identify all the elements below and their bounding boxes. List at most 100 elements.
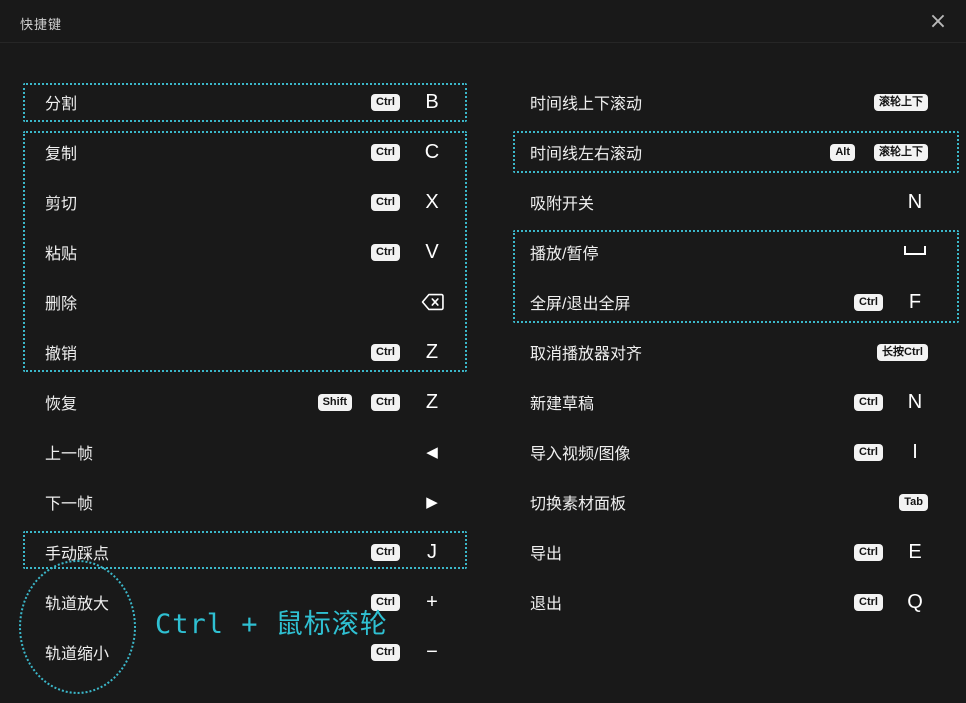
key-letter: E [902,541,928,563]
shortcut-row: 导入视频/图像 CtrlI [530,437,928,467]
shortcut-keys: Ctrl C [371,141,445,163]
shortcut-label: 手动踩点 [45,540,109,564]
key-badge: Ctrl [371,394,400,411]
shortcut-row: 撤销 CtrlZ [45,337,445,367]
shortcut-label: 切换素材面板 [530,490,626,514]
key-badge: Ctrl [371,144,400,161]
key-badge: Ctrl [854,294,883,311]
dialog-title: 快捷键 [20,14,62,33]
backspace-icon [419,293,445,311]
key-badge: Tab [899,494,928,511]
shortcut-row: 轨道缩小 Ctrl − [45,637,445,667]
shortcut-label: 复制 [45,140,77,164]
key-letter: Z [419,391,445,413]
shortcut-row: 切换素材面板 Tab [530,487,928,517]
shortcut-keys: Ctrl B [371,91,445,113]
shortcut-label: 下一帧 [45,490,93,514]
key-letter: − [419,641,445,663]
shortcut-label: 取消播放器对齐 [530,340,642,364]
shortcut-keys: N [902,191,928,213]
key-letter: I [902,441,928,463]
shortcut-label: 全屏/退出全屏 [530,290,630,314]
key-letter: Q [902,591,928,613]
shortcut-keys: Ctrl E [854,541,928,563]
key-badge: Ctrl [854,594,883,611]
key-letter: B [419,91,445,113]
shortcut-label: 轨道放大 [45,590,109,614]
shortcut-row: 退出 Ctrl Q [530,587,928,617]
shortcut-row: 恢复ShiftCtrlZ [45,387,445,417]
shortcut-row: 时间线上下滚动 滚轮上下 [530,87,928,117]
next-frame-icon: ▶ [419,491,445,513]
shortcut-keys: 长按Ctrl [877,344,928,361]
shortcut-keys: 滚轮上下 [874,94,928,111]
shortcut-row: 吸附开关 N [530,187,928,217]
shortcut-row: 分割 Ctrl B [45,87,445,117]
key-letter: V [419,241,445,263]
key-badge: Ctrl [371,644,400,661]
shortcut-column-right: 时间线上下滚动滚轮上下时间线左右滚动Alt滚轮上下吸附开关N播放/暂停全屏/退出… [514,87,958,637]
key-badge: Shift [318,394,352,411]
shortcut-keys: ▶ [419,491,445,513]
shortcut-keys [419,293,445,311]
shortcut-label: 剪切 [45,190,77,214]
shortcut-keys: Ctrl V [371,241,445,263]
shortcut-row: 粘贴 Ctrl V [45,237,445,267]
shortcut-label: 退出 [530,590,562,614]
key-badge: 滚轮上下 [874,94,928,111]
key-badge: Ctrl [371,94,400,111]
shortcut-keys: Tab [899,494,928,511]
shortcut-keys: Ctrl N [854,391,928,413]
key-letter: + [419,591,445,613]
shortcut-keys: CtrlZ [371,341,445,363]
shortcuts-dialog: 快捷键 × 分割 Ctrl B 复制 Ctrl C 剪切 Ctrl X 粘贴 Ctrl V 删除撤销 Ct… [0,0,966,703]
shortcut-keys: Ctrl F [854,291,928,313]
key-badge: 滚轮上下 [874,144,928,161]
shortcut-keys: Alt滚轮上下 [830,144,928,161]
shortcut-keys: ◀ [419,441,445,463]
annotation-text: Ctrl + 鼠标滚轮 [155,602,388,641]
close-icon[interactable]: × [922,6,954,38]
shortcut-keys: CtrlJ [371,541,445,563]
shortcut-label: 时间线左右滚动 [530,140,642,164]
key-badge: Ctrl [371,544,400,561]
shortcut-label: 上一帧 [45,440,93,464]
shortcut-label: 导出 [530,540,562,564]
shortcut-label: 分割 [45,90,77,114]
shortcut-row: 导出 Ctrl E [530,537,928,567]
key-letter: C [419,141,445,163]
shortcut-keys [902,246,928,259]
shortcut-label: 吸附开关 [530,190,594,214]
shortcut-keys: Ctrl X [371,191,445,213]
shortcut-row: 取消播放器对齐 长按Ctrl [530,337,928,367]
key-badge: Ctrl [371,194,400,211]
key-letter: X [419,191,445,213]
key-letter: N [902,391,928,413]
key-letter: F [902,291,928,313]
key-badge: Ctrl [854,544,883,561]
dialog-header: 快捷键 × [0,0,966,43]
key-badge: Ctrl [371,344,400,361]
shortcut-row: 播放/暂停 [530,237,928,267]
shortcut-keys: Ctrl − [371,641,445,663]
key-badge: 长按Ctrl [877,344,928,361]
shortcut-row: 删除 [45,287,445,317]
shortcut-column-left: 分割CtrlB复制CtrlC剪切CtrlX粘贴CtrlV删除撤销CtrlZ恢复S… [24,87,466,687]
prev-frame-icon: ◀ [419,441,445,463]
shortcut-row: 下一帧 ▶ [45,487,445,517]
key-badge: Ctrl [371,244,400,261]
shortcut-label: 轨道缩小 [45,640,109,664]
shortcut-label: 导入视频/图像 [530,440,630,464]
key-badge: Ctrl [854,394,883,411]
shortcut-keys: Shift Ctrl Z [318,391,445,413]
shortcut-label: 删除 [45,290,77,314]
shortcut-label: 粘贴 [45,240,77,264]
prev-frame-icon-glyph: ◀ [426,441,438,463]
shortcut-label: 时间线上下滚动 [530,90,642,114]
shortcut-keys: CtrlI [854,441,928,463]
shortcut-row: 全屏/退出全屏 Ctrl F [530,287,928,317]
shortcut-row: 手动踩点 CtrlJ [45,537,445,567]
shortcut-label: 新建草稿 [530,390,594,414]
shortcut-label: 撤销 [45,340,77,364]
space-key-shape [904,246,926,255]
